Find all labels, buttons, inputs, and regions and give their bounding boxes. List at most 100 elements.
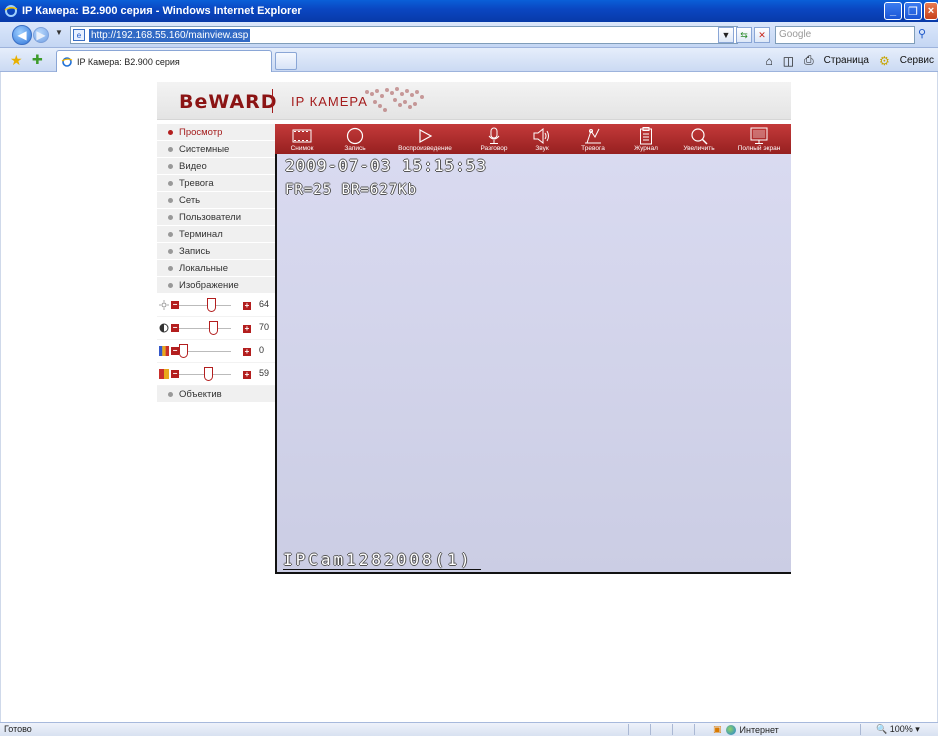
menu-item-recording[interactable]: Запись	[157, 243, 275, 260]
sound-label: Звук	[535, 145, 549, 152]
header-divider	[272, 89, 273, 113]
menu-item-label: Сеть	[179, 194, 201, 206]
monitor-icon	[750, 127, 768, 144]
log-button[interactable]: Журнал	[621, 124, 671, 154]
fullscreen-button[interactable]: Полный экран	[727, 124, 791, 154]
refresh-icon[interactable]: ⇆	[736, 27, 752, 43]
menu-item-local[interactable]: Локальные	[157, 260, 275, 277]
hue-decrease-button[interactable]: −	[171, 370, 179, 378]
window-title: IP Камера: B2.900 серия - Windows Intern…	[22, 5, 302, 17]
saturation-decrease-button[interactable]: −	[171, 347, 179, 355]
address-dropdown-icon[interactable]: ▼	[718, 27, 734, 43]
close-window-button[interactable]: ×	[924, 2, 938, 20]
window-title-bar: IP Камера: B2.900 серия - Windows Intern…	[0, 0, 938, 22]
zoom-button[interactable]: Увеличить	[671, 124, 727, 154]
menu-item-lens[interactable]: Объектив	[157, 386, 275, 403]
status-bar: Готово ▣ Интернет 🔍 100% ▾	[0, 722, 938, 736]
bullet-icon	[168, 265, 173, 271]
hue-slider-row: − + 59	[157, 363, 275, 386]
sound-button[interactable]: Звук	[519, 124, 565, 154]
security-zone[interactable]: ▣ Интернет	[713, 724, 779, 735]
new-tab-button[interactable]	[275, 52, 297, 70]
brightness-slider-row: − + 64	[157, 294, 275, 317]
menu-item-video[interactable]: Видео	[157, 158, 275, 175]
zoom-level[interactable]: 🔍 100% ▾	[876, 724, 920, 735]
play-icon	[419, 128, 433, 144]
bullet-icon	[168, 129, 173, 135]
brightness-value: 64	[259, 299, 270, 309]
saturation-thumb[interactable]	[179, 344, 188, 358]
brightness-decrease-button[interactable]: −	[171, 301, 179, 309]
maximize-button[interactable]: ❐	[904, 2, 922, 20]
forward-button[interactable]: ▶	[33, 27, 49, 43]
bullet-icon	[168, 163, 173, 169]
minimize-button[interactable]: _	[884, 2, 902, 20]
brightness-thumb[interactable]	[206, 298, 216, 312]
menu-item-network[interactable]: Сеть	[157, 192, 275, 209]
menu-item-image[interactable]: Изображение	[157, 277, 275, 294]
url-field[interactable]: e http://192.168.55.160/mainview.asp	[70, 26, 738, 44]
snapshot-button[interactable]: Снимок	[275, 124, 329, 154]
url-text: http://192.168.55.160/mainview.asp	[89, 28, 251, 42]
menu-item-label: Видео	[179, 160, 207, 172]
stop-icon[interactable]: ✕	[754, 27, 770, 43]
contrast-increase-button[interactable]: +	[243, 325, 251, 333]
contrast-thumb[interactable]	[209, 321, 219, 335]
world-map-icon	[365, 87, 424, 112]
zone-label: Интернет	[739, 724, 779, 735]
alarm-button[interactable]: Тревога	[565, 124, 621, 154]
saturation-slider-row: − + 0	[157, 340, 275, 363]
add-favorites-icon[interactable]: ✚	[32, 52, 43, 68]
feeds-icon[interactable]: ◫	[783, 54, 794, 68]
contrast-decrease-button[interactable]: −	[171, 324, 179, 332]
beward-logo: BeWARD	[179, 91, 278, 113]
menu-item-terminal[interactable]: Терминал	[157, 226, 275, 243]
hue-thumb[interactable]	[204, 367, 214, 381]
menu-item-alarm[interactable]: Тревога	[157, 175, 275, 192]
tools-menu[interactable]: Сервис	[900, 55, 934, 66]
brightness-increase-button[interactable]: +	[243, 302, 251, 310]
hue-increase-button[interactable]: +	[243, 371, 251, 379]
history-dropdown-icon[interactable]: ▼	[55, 28, 63, 37]
menu-item-preview[interactable]: Просмотр	[157, 124, 275, 141]
bullet-icon	[168, 248, 173, 254]
record-button[interactable]: Запись	[329, 124, 381, 154]
menu-item-system[interactable]: Системные	[157, 141, 275, 158]
home-icon[interactable]: ⌂	[765, 54, 772, 68]
favorites-star-icon[interactable]: ★	[10, 52, 23, 69]
zoom-label: Увеличить	[683, 145, 715, 152]
menu-item-users[interactable]: Пользователи	[157, 209, 275, 226]
menu-item-label: Просмотр	[179, 126, 223, 138]
page-menu[interactable]: Страница	[824, 55, 869, 66]
playback-button[interactable]: Воспроизведение	[381, 124, 469, 154]
search-icon[interactable]: ⚲	[918, 27, 934, 43]
hue-icon	[159, 369, 169, 379]
tab-ip-camera[interactable]: IP Камера: B2.900 серия	[56, 50, 272, 72]
protected-mode-icon: ▣	[713, 724, 722, 734]
brightness-track[interactable]	[179, 305, 231, 306]
ie-logo-icon	[4, 5, 18, 17]
print-icon[interactable]: ⎙	[804, 53, 814, 68]
menu-item-label: Запись	[179, 245, 211, 257]
menu-item-label: Изображение	[179, 279, 239, 291]
menu-item-label: Локальные	[179, 262, 229, 274]
zoom-value: 100%	[889, 724, 913, 734]
live-video-view[interactable]: 2009-07-03 15:15:53 FR=25 BR=627Kb IPCam…	[275, 154, 791, 574]
fullscreen-label: Полный экран	[737, 145, 781, 152]
record-circle-icon	[346, 127, 364, 145]
status-divider	[672, 724, 673, 735]
back-button[interactable]: ◀	[12, 25, 32, 45]
bullet-icon	[168, 180, 173, 186]
bullet-icon	[168, 214, 173, 220]
search-input[interactable]: Google	[775, 26, 915, 44]
menu-item-label: Терминал	[179, 228, 223, 240]
saturation-increase-button[interactable]: +	[243, 348, 251, 356]
status-divider	[694, 724, 695, 735]
talk-button[interactable]: Разговор	[469, 124, 519, 154]
side-menu: Просмотр Системные Видео Тревога Сеть По…	[157, 124, 275, 403]
speaker-icon	[533, 128, 549, 144]
saturation-icon	[159, 346, 169, 356]
contrast-track[interactable]	[179, 328, 231, 329]
log-label: Журнал	[634, 145, 658, 152]
status-divider	[650, 724, 651, 735]
